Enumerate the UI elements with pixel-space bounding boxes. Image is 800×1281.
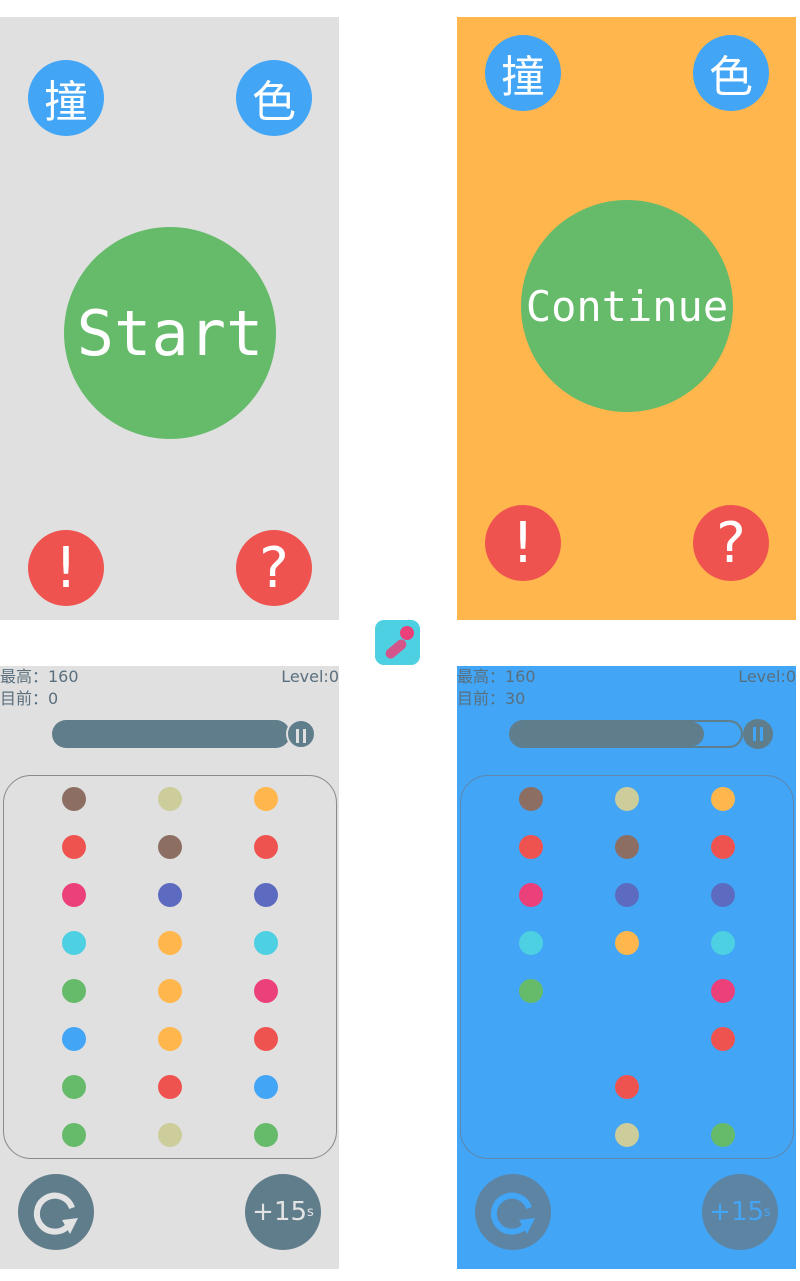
game-dot[interactable] [711,835,735,859]
help-button[interactable]: ? [693,505,769,581]
game-dot[interactable] [158,1123,182,1147]
game-dot[interactable] [158,979,182,1003]
game-dot[interactable] [158,883,182,907]
timer-bar [52,720,290,748]
best-score: 最高：160 [457,667,536,686]
collide-button[interactable]: 撞 [485,35,561,111]
game-dot[interactable] [519,787,543,811]
game-dot[interactable] [711,883,735,907]
game-dot[interactable] [62,1027,86,1051]
add-time-unit: s [764,1204,771,1220]
game-dot[interactable] [254,787,278,811]
game-dot[interactable] [519,931,543,955]
game-dot[interactable] [615,835,639,859]
pause-bar [296,729,299,743]
help-button[interactable]: ? [236,530,312,606]
dot-board [460,775,794,1159]
add-time-button[interactable]: +15 s [245,1174,321,1250]
level-label: Level:0 [738,667,796,686]
dot-board [3,775,337,1159]
level-label: Level:0 [281,667,339,686]
game-dot[interactable] [711,1027,735,1051]
add-time-unit: s [307,1204,314,1220]
game-dot[interactable] [158,931,182,955]
info-button[interactable]: ! [485,505,561,581]
timer-bar [509,720,743,748]
color-button[interactable]: 色 [693,35,769,111]
start-menu-screen: 撞 色 Start ! ? [0,17,339,620]
game-dot[interactable] [519,883,543,907]
pause-bar [753,727,756,741]
game-screen-progress: 最高：160 目前：30 Level:0 +15 s [457,666,796,1269]
collide-button[interactable]: 撞 [28,60,104,136]
game-dot[interactable] [158,835,182,859]
game-dot[interactable] [519,979,543,1003]
game-dot[interactable] [62,883,86,907]
pause-button[interactable] [743,719,773,749]
game-screen-start: 最高：160 目前：0 Level:0 +15 s [0,666,339,1269]
game-dot[interactable] [615,883,639,907]
game-dot[interactable] [254,1075,278,1099]
game-dot[interactable] [711,1123,735,1147]
color-button[interactable]: 色 [236,60,312,136]
game-dot[interactable] [615,1075,639,1099]
game-dot[interactable] [254,883,278,907]
continue-menu-screen: 撞 色 Continue ! ? [457,17,796,620]
game-dot[interactable] [158,787,182,811]
timer-fill [511,722,705,746]
game-dot[interactable] [711,787,735,811]
continue-button[interactable]: Continue [521,200,733,412]
app-icon [375,620,420,665]
game-dot[interactable] [615,931,639,955]
info-button[interactable]: ! [28,530,104,606]
pause-bar [760,727,763,741]
game-dot[interactable] [158,1075,182,1099]
restart-icon [33,1192,78,1235]
start-button[interactable]: Start [64,227,276,439]
game-dot[interactable] [62,787,86,811]
app-icon-ball [400,626,414,640]
restart-icon [490,1192,535,1235]
timer-fill [52,720,290,748]
game-dot[interactable] [62,1075,86,1099]
add-time-button[interactable]: +15 s [702,1174,778,1250]
add-time-label: +15 [252,1197,308,1227]
game-dot[interactable] [254,931,278,955]
game-dot[interactable] [615,787,639,811]
game-dot[interactable] [62,979,86,1003]
app-icon-streak [383,637,409,661]
game-dot[interactable] [254,1027,278,1051]
game-dot[interactable] [254,1123,278,1147]
game-dot[interactable] [158,1027,182,1051]
game-dot[interactable] [711,979,735,1003]
current-score: 目前：0 [0,689,59,708]
game-dot[interactable] [254,835,278,859]
game-dot[interactable] [62,931,86,955]
game-dot[interactable] [62,1123,86,1147]
game-dot[interactable] [254,979,278,1003]
pause-button[interactable] [286,719,316,749]
pause-bar [303,729,306,743]
current-score: 目前：30 [457,689,526,708]
add-time-label: +15 [709,1197,765,1227]
game-dot[interactable] [615,1123,639,1147]
restart-button[interactable] [475,1174,551,1250]
best-score: 最高：160 [0,667,79,686]
game-dot[interactable] [519,835,543,859]
game-dot[interactable] [62,835,86,859]
game-dot[interactable] [711,931,735,955]
restart-button[interactable] [18,1174,94,1250]
